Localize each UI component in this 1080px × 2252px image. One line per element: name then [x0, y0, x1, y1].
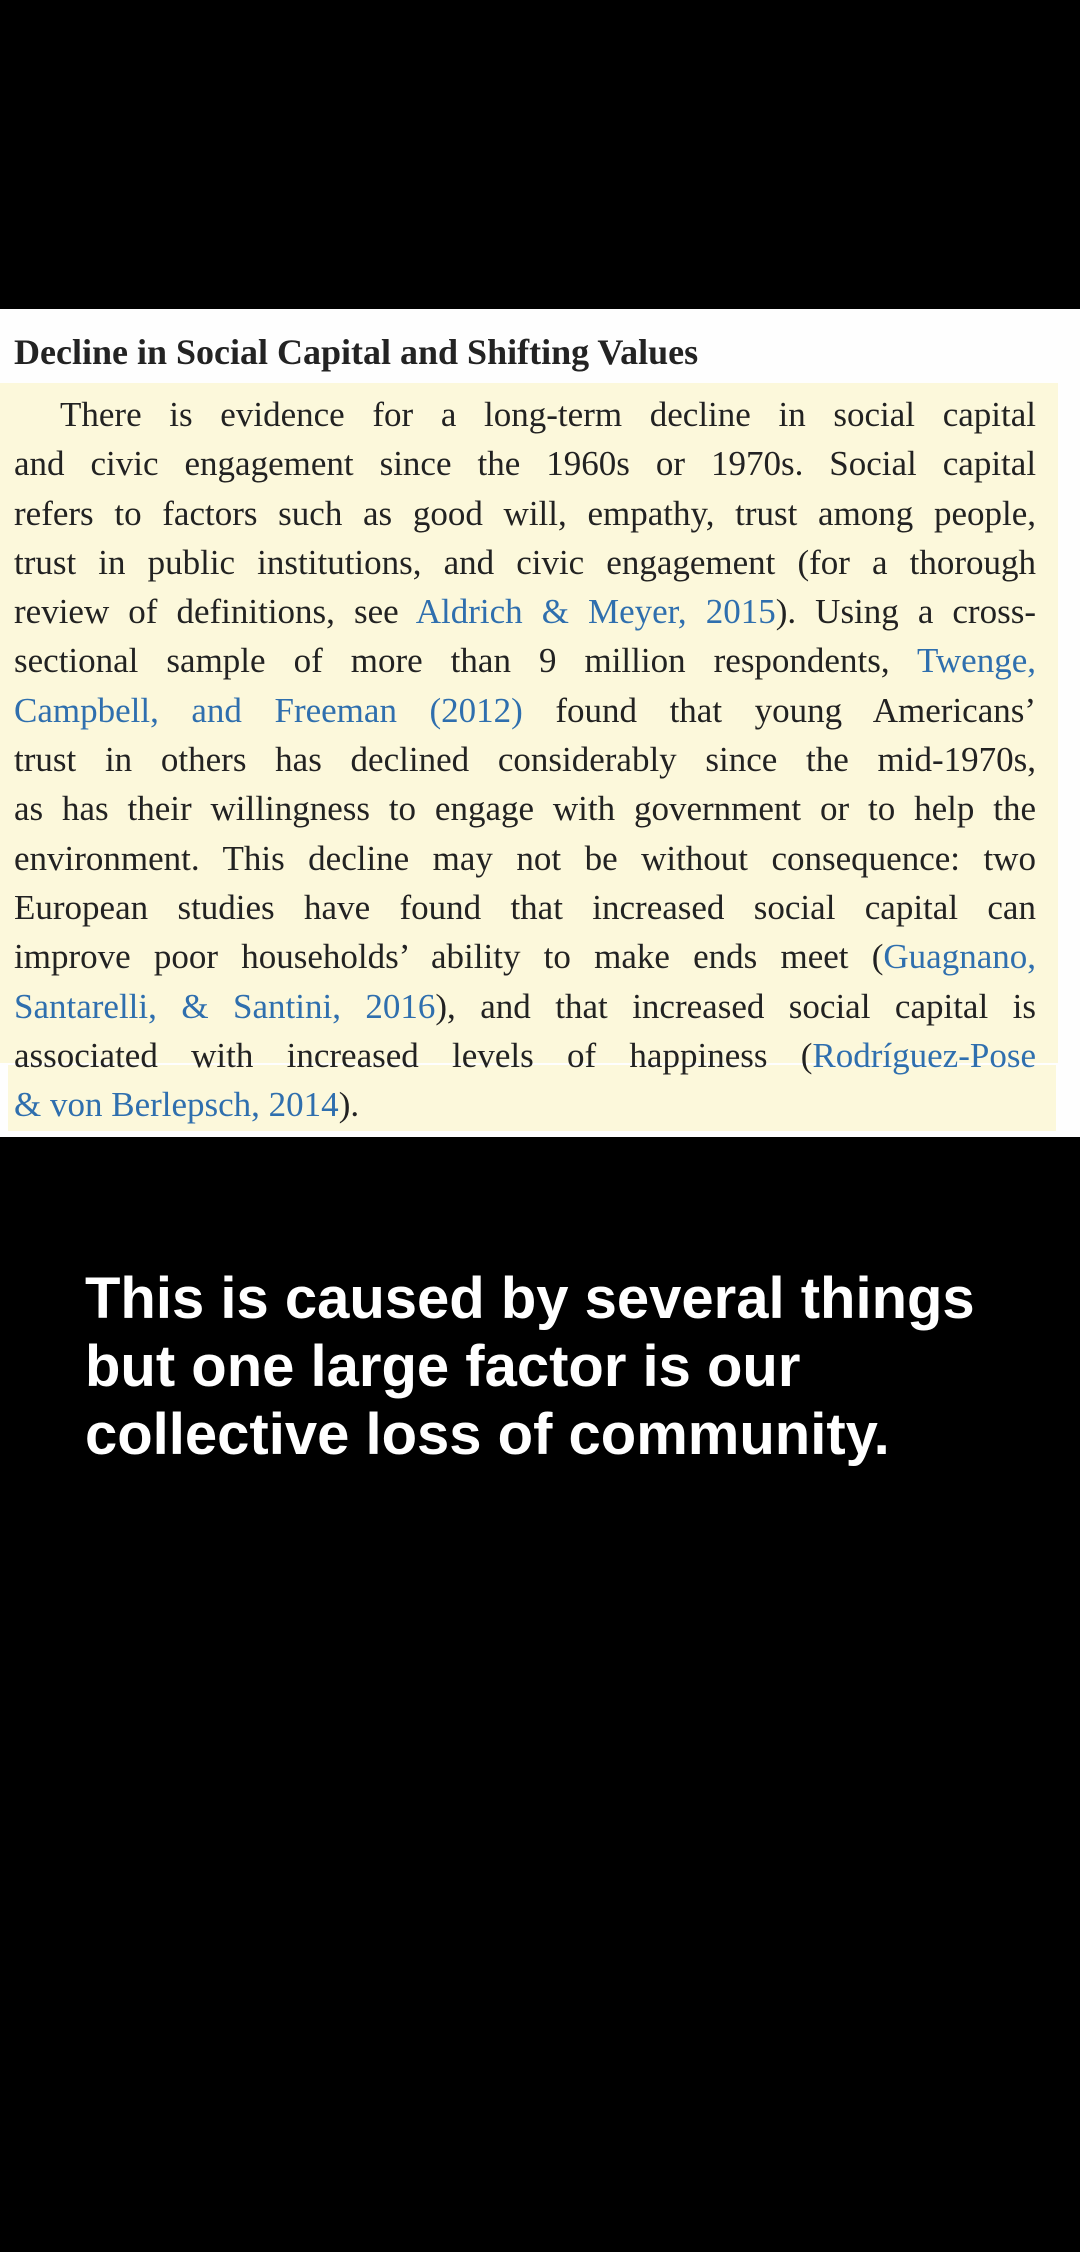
excerpt-text: improve poor households’ ability to make… — [14, 937, 884, 977]
excerpt-text: ). — [338, 1085, 360, 1125]
excerpt-line: Santarelli, & Santini, 2016), and that i… — [14, 982, 1036, 1031]
excerpt-line: sectional sample of more than 9 million … — [14, 636, 1036, 685]
citation-link: Twenge, — [916, 641, 1036, 681]
excerpt-line: review of definitions, see Aldrich & Mey… — [14, 587, 1036, 636]
excerpt-line: improve poor households’ ability to make… — [14, 932, 1036, 981]
excerpt-line: trust in public institutions, and civic … — [14, 538, 1036, 587]
citation-link: Santarelli, & Santini, 2016 — [14, 986, 436, 1026]
excerpt-text: and civic engagement since the 1960s or … — [14, 444, 1037, 484]
screen: { "excerpt": { "heading": "Decline in So… — [0, 0, 1080, 2252]
excerpt-text: trust in public institutions, and civic … — [14, 542, 1037, 582]
excerpt-line: environment. This decline may not be wit… — [14, 834, 1036, 883]
book-excerpt-image: Decline in Social Capital and Shifting V… — [0, 309, 1080, 1137]
excerpt-text: found that young Americans’ — [522, 690, 1037, 730]
excerpt-text: as has their willingness to engage with … — [14, 789, 1036, 829]
excerpt-text: ), and that increased social capital is — [435, 986, 1036, 1026]
excerpt-text: European studies have found that increas… — [14, 887, 1036, 927]
excerpt-text: ). Using a cross- — [775, 592, 1036, 632]
excerpt-text: refers to factors such as good will, emp… — [14, 493, 1037, 533]
excerpt-line: European studies have found that increas… — [14, 883, 1036, 932]
excerpt-text: trust in others has declined considerabl… — [14, 740, 1037, 780]
excerpt-text: review of definitions, see — [14, 592, 416, 632]
excerpt-text: environment. This decline may not be wit… — [14, 838, 1036, 878]
excerpt-text: There is evidence for a long-term declin… — [60, 395, 1036, 434]
excerpt-text: sectional sample of more than 9 million … — [14, 641, 917, 681]
excerpt-line: & von Berlepsch, 2014). — [14, 1080, 1036, 1129]
excerpt-line: as has their willingness to engage with … — [14, 784, 1036, 833]
citation-link: Guagnano, — [883, 937, 1036, 977]
citation-link: Aldrich & Meyer, 2015 — [415, 592, 776, 632]
citation-link: Rodríguez-Pose — [812, 1035, 1036, 1075]
excerpt-line: associated with increased levels of happ… — [14, 1031, 1036, 1080]
excerpt-line: Campbell, and Freeman (2012) found that … — [14, 686, 1036, 735]
excerpt-line: and civic engagement since the 1960s or … — [14, 439, 1036, 488]
citation-link: Campbell, and Freeman (2012) — [14, 690, 523, 730]
excerpt-paragraph: There is evidence for a long-term declin… — [14, 390, 1036, 1129]
excerpt-text: associated with increased levels of happ… — [14, 1035, 813, 1075]
excerpt-line: refers to factors such as good will, emp… — [14, 489, 1036, 538]
excerpt-line: trust in others has declined considerabl… — [14, 735, 1036, 784]
citation-link: & von Berlepsch, 2014 — [14, 1085, 339, 1125]
section-heading: Decline in Social Capital and Shifting V… — [14, 332, 699, 372]
excerpt-line: There is evidence for a long-term declin… — [14, 390, 1036, 439]
caption-text: This is caused by several things but one… — [85, 1266, 975, 1467]
